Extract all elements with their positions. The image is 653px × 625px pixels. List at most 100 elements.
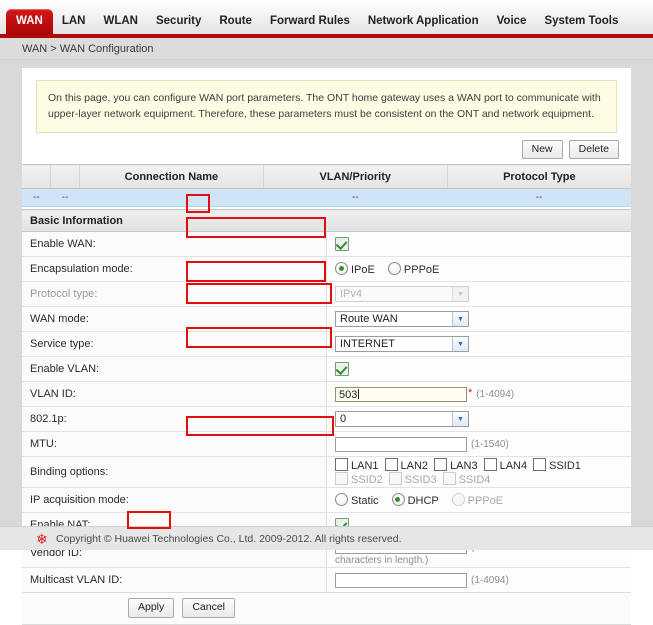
col-header-select (22, 164, 51, 190)
binding-option-label: LAN1 (351, 460, 379, 473)
binding-options-list: LAN1 LAN2 LAN3 LAN4 SSID1 SSID2 SSID3 SSID4 (335, 458, 587, 487)
checkbox-ssid3 (388, 472, 402, 486)
nav-item-route[interactable]: Route (210, 15, 261, 35)
ipoe-radio[interactable] (335, 262, 348, 276)
nav-item-wan[interactable]: WAN (6, 8, 53, 35)
protocol-type-value: IPv4 (340, 288, 363, 301)
protocol-type-select: IPv4 ▼ (335, 286, 469, 303)
vlan-id-input[interactable]: 503 (335, 386, 467, 402)
table-row[interactable]: -- -- -- -- (22, 188, 631, 208)
checkbox-lan4[interactable] (483, 458, 497, 472)
row-dot1p: 802.1p: 0 ▼ (22, 406, 631, 433)
enable-vlan-checkbox[interactable] (335, 361, 349, 376)
binding-option-label: SSID4 (458, 474, 491, 487)
row-protocol-type: Protocol type: IPv4 ▼ (22, 281, 631, 308)
chevron-down-icon: ▼ (452, 312, 468, 327)
dhcp-radio[interactable] (391, 493, 405, 507)
row-binding-options: Binding options: LAN1 LAN2 LAN3 LAN4 SSID1 SS… (22, 456, 631, 489)
binding-option-ssid3: SSID3 (388, 472, 437, 487)
new-button[interactable]: New (521, 139, 563, 160)
label-vlan-id: VLAN ID: (22, 381, 327, 408)
col-header-protocol-type: Protocol Type (447, 164, 631, 190)
checkbox-lan2[interactable] (384, 458, 398, 472)
value-enable-vlan (326, 356, 631, 383)
binding-option-lan1[interactable]: LAN1 (335, 458, 379, 473)
binding-option-ssid4: SSID4 (442, 472, 491, 487)
dhcp-label: DHCP (407, 495, 439, 508)
value-mtu: (1-1540) (326, 431, 631, 458)
binding-option-ssid1[interactable]: SSID1 (533, 458, 581, 473)
cell-connection-name (79, 188, 264, 208)
checkbox-lan1[interactable] (335, 458, 348, 472)
cell-select[interactable]: -- (22, 188, 51, 208)
nav-item-voice[interactable]: Voice (488, 15, 536, 35)
pppoe-radio[interactable] (387, 262, 401, 276)
radio-option-dhcp[interactable]: DHCP (391, 493, 442, 508)
huawei-logo-icon: ❄ (36, 530, 48, 547)
binding-option-label: LAN4 (499, 460, 528, 473)
value-protocol-type: IPv4 ▼ (326, 281, 631, 308)
dot1p-select[interactable]: 0 ▼ (335, 411, 469, 428)
checkbox-lan3[interactable] (434, 458, 448, 472)
binding-option-lan4[interactable]: LAN4 (483, 458, 528, 473)
mtu-hint: (1-1540) (471, 439, 509, 451)
wan-mode-select[interactable]: Route WAN ▼ (335, 311, 469, 328)
value-service-type: INTERNET ▼ (326, 331, 631, 358)
static-label: Static (351, 495, 379, 508)
wan-mode-value: Route WAN (340, 313, 398, 326)
value-802-1p: 0 ▼ (326, 406, 631, 433)
col-header-index (50, 164, 80, 190)
row-mtu: MTU: (1-1540) (22, 431, 631, 458)
label-enable-vlan: Enable VLAN: (22, 356, 327, 383)
enable-wan-checkbox[interactable] (335, 236, 349, 251)
nav-item-system-tools[interactable]: System Tools (535, 15, 627, 35)
binding-option-lan3[interactable]: LAN3 (434, 458, 478, 472)
nav-item-security[interactable]: Security (147, 15, 210, 35)
nav-item-network-application[interactable]: Network Application (359, 15, 488, 35)
binding-option-label: SSID2 (351, 474, 383, 487)
static-radio[interactable] (335, 493, 348, 507)
ipoe-label: IPoE (351, 264, 375, 277)
label-ip-acquisition-mode: IP acquisition mode: (22, 487, 327, 514)
nav-item-wlan[interactable]: WLAN (94, 15, 147, 35)
row-enable-wan: Enable WAN: (22, 231, 631, 258)
value-binding-options: LAN1 LAN2 LAN3 LAN4 SSID1 SSID2 SSID3 SSID4 (326, 456, 631, 489)
binding-option-label: SSID3 (404, 474, 437, 487)
radio-option-ipoe[interactable]: IPoE (335, 262, 378, 277)
service-type-value: INTERNET (340, 338, 395, 351)
label-802-1p: 802.1p: (22, 406, 327, 433)
cancel-button[interactable]: Cancel (182, 598, 236, 618)
value-wan-mode: Route WAN ▼ (326, 306, 631, 333)
col-header-connection-name: Connection Name (79, 164, 264, 190)
value-encapsulation-mode: IPoE PPPoE (326, 256, 631, 283)
row-encapsulation-mode: Encapsulation mode: IPoE PPPoE (22, 256, 631, 283)
nav-item-lan[interactable]: LAN (53, 15, 95, 35)
nav-item-forward-rules[interactable]: Forward Rules (261, 15, 359, 35)
row-enable-vlan: Enable VLAN: (22, 356, 631, 383)
pppoe-ip-radio (451, 493, 465, 507)
pppoe-ip-label: PPPoE (467, 495, 504, 508)
multicast-vlan-id-input[interactable] (335, 572, 467, 588)
page-footer: ❄ Copyright © Huawei Technologies Co., L… (0, 526, 653, 550)
cell-index: -- (50, 188, 80, 208)
radio-option-pppoe[interactable]: PPPoE (387, 262, 440, 277)
row-multicast-vlan-id: Multicast VLAN ID: (1-4094) (22, 567, 631, 594)
page-body: On this page, you can configure WAN port… (0, 60, 653, 625)
apply-button[interactable]: Apply (128, 598, 175, 618)
value-vlan-id: 503 * (1-4094) (326, 381, 631, 408)
pppoe-label: PPPoE (403, 264, 440, 277)
checkbox-ssid1[interactable] (533, 458, 547, 472)
connection-table-body: -- -- -- -- (22, 188, 631, 208)
binding-option-lan2[interactable]: LAN2 (384, 458, 429, 473)
radio-option-static[interactable]: Static (335, 493, 382, 508)
chevron-down-icon: ▼ (452, 412, 468, 427)
service-type-select[interactable]: INTERNET ▼ (335, 336, 469, 353)
binding-option-label: SSID1 (549, 460, 581, 473)
cell-vlan-priority: -- (263, 188, 448, 208)
label-enable-wan: Enable WAN: (22, 231, 327, 258)
table-header-row: Connection Name VLAN/Priority Protocol T… (22, 164, 631, 190)
binding-option-label: LAN2 (400, 460, 429, 473)
mtu-input[interactable] (335, 436, 467, 452)
delete-button[interactable]: Delete (568, 139, 619, 160)
vlan-id-hint: (1-4094) (476, 389, 515, 401)
